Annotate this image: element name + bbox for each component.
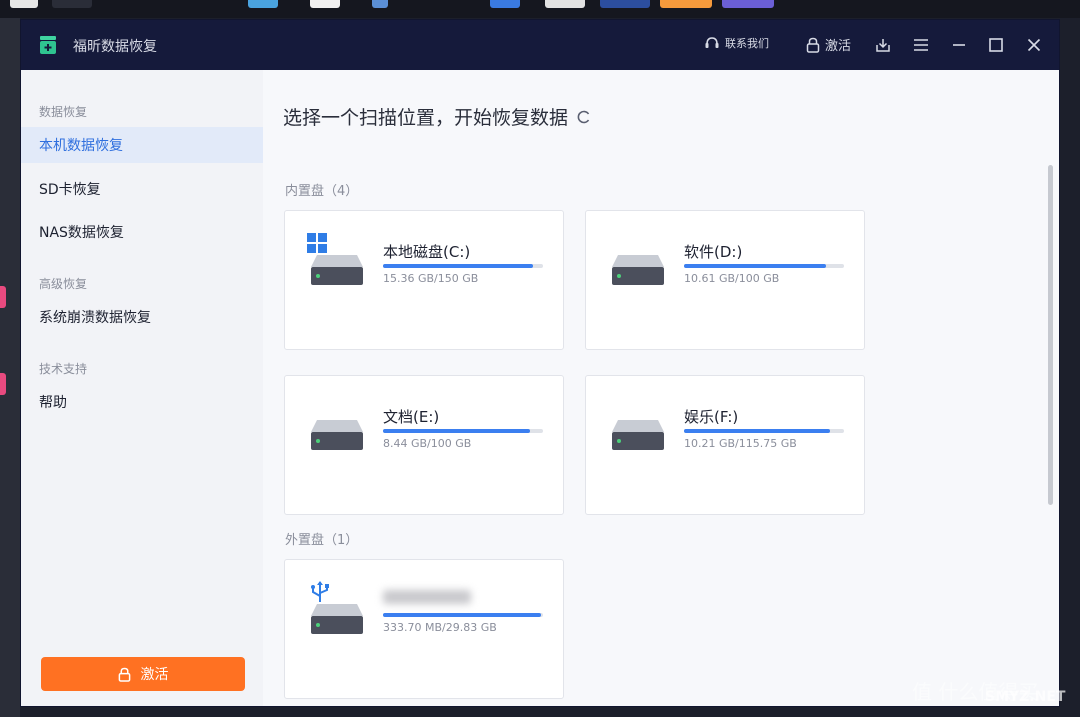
hard-drive-icon	[311, 604, 363, 634]
blurred-name-placeholder	[383, 590, 471, 604]
taskbar-app-icon[interactable]	[310, 0, 340, 8]
contact-us-label: 联系我们	[725, 37, 769, 50]
external-drives-label: 外置盘（1）	[285, 533, 359, 548]
activate-button-label: 激活	[140, 667, 169, 683]
close-icon	[1027, 38, 1041, 52]
drive-size: 8.44 GB/100 GB	[383, 437, 472, 450]
drive-size: 333.70 MB/29.83 GB	[383, 621, 497, 634]
title-bar: 福昕数据恢复 联系我们 激活	[21, 20, 1059, 70]
desktop-shortcut-icon[interactable]	[0, 373, 6, 395]
drive-usage-bar	[383, 264, 543, 268]
main-panel: 选择一个扫描位置，开始恢复数据 内置盘（4） 本地磁盘(C:) 15.36 GB…	[263, 70, 1059, 706]
drive-name: 文档(E:)	[383, 408, 440, 426]
windows-logo-icon	[307, 233, 327, 253]
drive-usage-fill	[684, 429, 830, 433]
drive-card-usb[interactable]: 333.70 MB/29.83 GB	[284, 559, 564, 699]
hard-drive-icon	[311, 420, 363, 450]
sidebar-item-local-recovery[interactable]: 本机数据恢复	[21, 127, 263, 163]
drive-card-c[interactable]: 本地磁盘(C:) 15.36 GB/150 GB	[284, 210, 564, 350]
drive-card-f[interactable]: 娱乐(F:) 10.21 GB/115.75 GB	[585, 375, 865, 515]
activate-top-button[interactable]: 激活	[806, 35, 851, 54]
sidebar-group-data-recovery: 数据恢复	[39, 105, 88, 119]
drive-usage-bar	[684, 264, 844, 268]
app-title: 福昕数据恢复	[73, 39, 157, 55]
contact-us-button[interactable]: 联系我们	[704, 35, 769, 51]
drive-size: 15.36 GB/150 GB	[383, 272, 479, 285]
page-title-row: 选择一个扫描位置，开始恢复数据	[283, 103, 592, 130]
drive-usage-bar	[383, 613, 543, 617]
drive-usage-bar	[684, 429, 844, 433]
taskbar-app-icon[interactable]	[660, 0, 712, 8]
usb-icon	[311, 581, 329, 602]
download-button[interactable]	[871, 33, 895, 57]
drive-card-e[interactable]: 文档(E:) 8.44 GB/100 GB	[284, 375, 564, 515]
taskbar-app-icon[interactable]	[10, 0, 38, 8]
app-logo-icon	[40, 36, 56, 54]
drive-name: 娱乐(F:)	[684, 408, 739, 426]
hamburger-menu-icon	[914, 39, 928, 51]
lock-icon	[118, 667, 130, 682]
sidebar-group-advanced-recovery: 高级恢复	[39, 277, 88, 291]
sidebar: 数据恢复 本机数据恢复 SD卡恢复 NAS数据恢复 高级恢复 系统崩溃数据恢复 …	[21, 70, 263, 706]
hard-drive-icon	[311, 255, 363, 285]
drive-usage-fill	[383, 264, 534, 268]
app-window: 福昕数据恢复 联系我们 激活 数据恢复 本机数据恢复 SD卡恢复 NAS数据恢复…	[20, 19, 1060, 707]
activate-button[interactable]: 激活	[41, 657, 245, 691]
drive-name: 本地磁盘(C:)	[383, 243, 471, 261]
drive-size: 10.21 GB/115.75 GB	[684, 437, 797, 450]
desktop-shortcut-icon[interactable]	[0, 286, 6, 308]
watermark-sub: SMYZ.NET	[985, 689, 1066, 705]
taskbar-app-icon[interactable]	[490, 0, 520, 8]
lock-icon	[806, 37, 820, 53]
drive-usage-fill	[383, 429, 531, 433]
internal-drives-label: 内置盘（4）	[285, 184, 359, 199]
minimize-button[interactable]	[947, 33, 971, 57]
sidebar-item-nas-recovery[interactable]: NAS数据恢复	[21, 214, 263, 250]
desktop-taskbar-strip	[0, 0, 1080, 18]
maximize-button[interactable]	[984, 33, 1008, 57]
drive-size: 10.61 GB/100 GB	[684, 272, 780, 285]
drive-name-blurred	[383, 590, 471, 608]
taskbar-app-icon[interactable]	[372, 0, 388, 8]
drive-usage-fill	[684, 264, 827, 268]
sidebar-item-help[interactable]: 帮助	[21, 384, 263, 420]
minimize-icon	[953, 44, 965, 46]
headset-icon	[705, 37, 719, 48]
taskbar-app-icon[interactable]	[545, 0, 585, 8]
sidebar-group-tech-support: 技术支持	[39, 362, 88, 376]
taskbar-app-icon[interactable]	[52, 0, 92, 8]
taskbar-app-icon[interactable]	[600, 0, 650, 8]
sidebar-item-system-crash-recovery[interactable]: 系统崩溃数据恢复	[21, 299, 263, 335]
drive-name: 软件(D:)	[684, 243, 743, 261]
maximize-icon	[989, 38, 1003, 52]
hard-drive-icon	[612, 255, 664, 285]
page-title: 选择一个扫描位置，开始恢复数据	[283, 107, 569, 129]
hard-drive-icon	[612, 420, 664, 450]
menu-button[interactable]	[909, 33, 933, 57]
download-icon	[876, 39, 890, 52]
desktop-left-strip	[0, 18, 20, 717]
activate-top-label: 激活	[825, 39, 852, 54]
close-button[interactable]	[1022, 33, 1046, 57]
drive-usage-fill	[383, 613, 542, 617]
vertical-scrollbar[interactable]	[1048, 165, 1053, 505]
drive-card-d[interactable]: 软件(D:) 10.61 GB/100 GB	[585, 210, 865, 350]
taskbar-app-icon[interactable]	[248, 0, 278, 8]
refresh-icon[interactable]	[576, 109, 592, 125]
taskbar-app-icon[interactable]	[722, 0, 774, 8]
drive-usage-bar	[383, 429, 543, 433]
sidebar-item-sd-card-recovery[interactable]: SD卡恢复	[21, 171, 263, 207]
